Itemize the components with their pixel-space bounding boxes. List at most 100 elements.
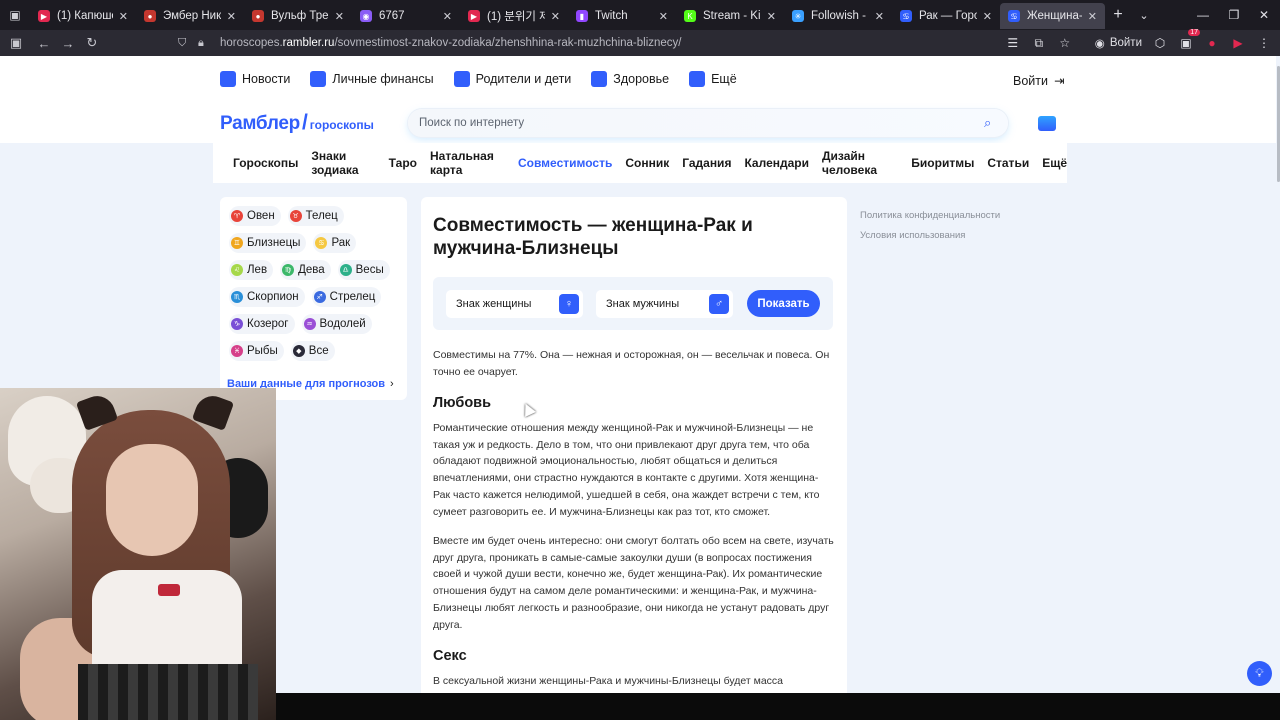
browser-tab[interactable]: ▶ (1) Капюшон с шар ✕ xyxy=(30,3,136,29)
red-extension-icon[interactable]: ● xyxy=(1204,35,1220,51)
browser-tab[interactable]: ▶ (1) 분위기 제대 ✕ xyxy=(460,3,568,29)
show-button[interactable]: Показать xyxy=(747,290,820,317)
close-tab-icon[interactable]: ✕ xyxy=(443,10,452,23)
rambler-horoscopes-logo[interactable]: Рамблер / гороскопы xyxy=(220,111,374,135)
browser-tab[interactable]: ♋ Рак — Гороскоп со ✕ xyxy=(892,3,1000,29)
reload-button[interactable]: ↻ xyxy=(80,31,104,55)
topnav-item[interactable]: Здоровье xyxy=(591,71,669,87)
login-link[interactable]: Войти ⇥ xyxy=(1013,73,1064,89)
zodiac-sign-icon: ♊ xyxy=(231,237,243,249)
zodiac-chip[interactable]: ♒ Водолей xyxy=(301,314,372,334)
topnav-item[interactable]: Ещё xyxy=(689,71,737,87)
back-button[interactable]: ← xyxy=(32,31,56,55)
browser-tab[interactable]: ● Вульф Трейси - Жа ✕ xyxy=(244,3,352,29)
section-nav-item[interactable]: Таро xyxy=(389,156,417,170)
sidebar-icon[interactable]: ▣ xyxy=(4,31,28,55)
chevron-right-icon[interactable]: › xyxy=(390,378,394,390)
forward-button[interactable]: → xyxy=(56,31,80,55)
search-icon[interactable]: ⌕ xyxy=(984,115,998,130)
zodiac-chip[interactable]: ◆ Все xyxy=(290,341,335,361)
close-window-button[interactable]: ✕ xyxy=(1248,0,1280,30)
section-nav-item[interactable]: Совместимость xyxy=(518,156,612,170)
browser-tab[interactable]: K Stream - Kick Dashb ✕ xyxy=(676,3,784,29)
section-nav-item[interactable]: Сонник xyxy=(625,156,669,170)
zodiac-sign-icon: ♍ xyxy=(282,264,295,276)
zodiac-chip[interactable]: ♈ Овен xyxy=(229,206,281,226)
section-nav-item[interactable]: Дизайн человека xyxy=(822,149,898,177)
close-tab-icon[interactable]: ✕ xyxy=(1088,10,1097,23)
tab-favicon-icon: ▶ xyxy=(468,10,480,22)
new-tab-button[interactable]: + xyxy=(1105,6,1131,24)
side-link[interactable]: Политика конфиденциальности xyxy=(860,210,1000,221)
restore-window-button[interactable]: ❐ xyxy=(1218,0,1250,30)
topnav-item[interactable]: Новости xyxy=(220,71,290,87)
close-tab-icon[interactable]: ✕ xyxy=(227,10,236,23)
mail-icon[interactable] xyxy=(1038,116,1056,131)
section-nav-item[interactable]: Знаки зодиака xyxy=(311,149,375,177)
bookmark-star-icon[interactable]: ☆ xyxy=(1057,35,1073,51)
search-input[interactable]: Поиск по интернету ⌕ xyxy=(408,109,1008,137)
female-sign-label: Знак женщины xyxy=(456,298,532,310)
zodiac-chip-label: Рыбы xyxy=(247,345,278,357)
extensions-icon[interactable]: ⬡ xyxy=(1152,35,1168,51)
youtube-extension-icon[interactable]: ▶ xyxy=(1230,35,1246,51)
close-tab-icon[interactable]: ✕ xyxy=(983,10,992,23)
side-link[interactable]: Условия использования xyxy=(860,230,1000,241)
browser-tab[interactable]: ◉ 6767 ✕ xyxy=(352,3,460,29)
zodiac-chip[interactable]: ♋ Рак xyxy=(313,233,357,253)
close-tab-icon[interactable]: ✕ xyxy=(335,10,344,23)
female-sign-select[interactable]: Знак женщины ♀ xyxy=(446,290,583,318)
tab-list-chevron-icon[interactable]: ⌄ xyxy=(1131,9,1157,22)
zodiac-chip[interactable]: ♉ Телец xyxy=(287,206,344,226)
close-tab-icon[interactable]: ✕ xyxy=(875,10,884,23)
zodiac-chip[interactable]: ♍ Дева xyxy=(280,260,331,280)
zodiac-chip[interactable]: ♌ Лев xyxy=(229,260,274,280)
tab-favicon-icon: ♋ xyxy=(900,10,912,22)
extension-badge-icon[interactable]: ▣ 17 xyxy=(1178,29,1200,51)
tab-title: Эмбер Николь - Би xyxy=(163,10,221,22)
browser-tab[interactable]: ▮ Twitch ✕ xyxy=(568,3,676,29)
compatibility-form: Знак женщины ♀ Знак мужчины ♂ Показать xyxy=(433,277,833,330)
close-tab-icon[interactable]: ✕ xyxy=(659,10,668,23)
topnav-item[interactable]: Родители и дети xyxy=(453,71,571,87)
account-button[interactable]: ◉ Войти xyxy=(1095,36,1142,50)
zodiac-chip[interactable]: ♑ Козерог xyxy=(229,314,295,334)
minimize-window-button[interactable]: — xyxy=(1187,0,1219,30)
browser-tab[interactable]: ✳ Followish - бесплат ✕ xyxy=(784,3,892,29)
zodiac-chip[interactable]: ♏ Скорпион xyxy=(229,287,305,307)
browser-tab[interactable]: ♋ Женщина-Рак и му ✕ xyxy=(1000,3,1105,29)
zodiac-chip[interactable]: ♊ Близнецы xyxy=(229,233,307,253)
section-nav-item[interactable]: Биоритмы xyxy=(911,156,974,170)
reader-view-icon[interactable]: ☰ xyxy=(1005,35,1021,51)
zodiac-chip[interactable]: ♎ Весы xyxy=(337,260,390,280)
scrollbar[interactable] xyxy=(1276,56,1280,693)
section-nav-item[interactable]: Гороскопы xyxy=(233,156,298,170)
account-icon: ◉ xyxy=(1094,38,1105,50)
url-text[interactable]: horoscopes.rambler.ru/sovmestimost-znako… xyxy=(220,37,682,49)
section-nav-item[interactable]: Календари xyxy=(744,156,809,170)
close-tab-icon[interactable]: ✕ xyxy=(119,10,128,23)
love-paragraph-1: Романтические отношения между женщиной-Р… xyxy=(433,422,820,518)
tab-overview-icon[interactable]: ▣ xyxy=(0,0,30,30)
male-sign-icon[interactable]: ♂ xyxy=(709,294,729,314)
close-tab-icon[interactable]: ✕ xyxy=(551,10,560,23)
lock-icon[interactable]: 🔒︎ xyxy=(198,37,212,50)
zodiac-chip[interactable]: ♐ Стрелец xyxy=(311,287,382,307)
topnav-item[interactable]: Личные финансы xyxy=(310,71,434,87)
help-bulb-button[interactable]: 💡︎ xyxy=(1247,661,1272,686)
sex-heading: Секс xyxy=(433,648,467,664)
section-nav-item[interactable]: Статьи xyxy=(987,156,1029,170)
male-sign-select[interactable]: Знак мужчины ♂ xyxy=(596,290,733,318)
close-tab-icon[interactable]: ✕ xyxy=(767,10,776,23)
menu-icon[interactable]: ⋮ xyxy=(1256,35,1272,51)
intro-text: Совместимы на 77%. Она — нежная и осторо… xyxy=(433,349,830,378)
female-sign-icon[interactable]: ♀ xyxy=(559,294,579,314)
section-nav-item[interactable]: Натальная карта xyxy=(430,149,505,177)
address-bar[interactable]: ⛉ 🔒︎ horoscopes.rambler.ru/sovmestimost-… xyxy=(178,32,978,54)
browser-tab[interactable]: ● Эмбер Николь - Би ✕ xyxy=(136,3,244,29)
section-nav-item[interactable]: Гадания xyxy=(682,156,731,170)
shield-icon[interactable]: ⛉ xyxy=(178,37,192,50)
zodiac-chip[interactable]: ♓ Рыбы xyxy=(229,341,284,361)
section-nav-item[interactable]: Ещё xyxy=(1042,156,1067,170)
pip-icon[interactable]: ⧉ xyxy=(1031,35,1047,51)
